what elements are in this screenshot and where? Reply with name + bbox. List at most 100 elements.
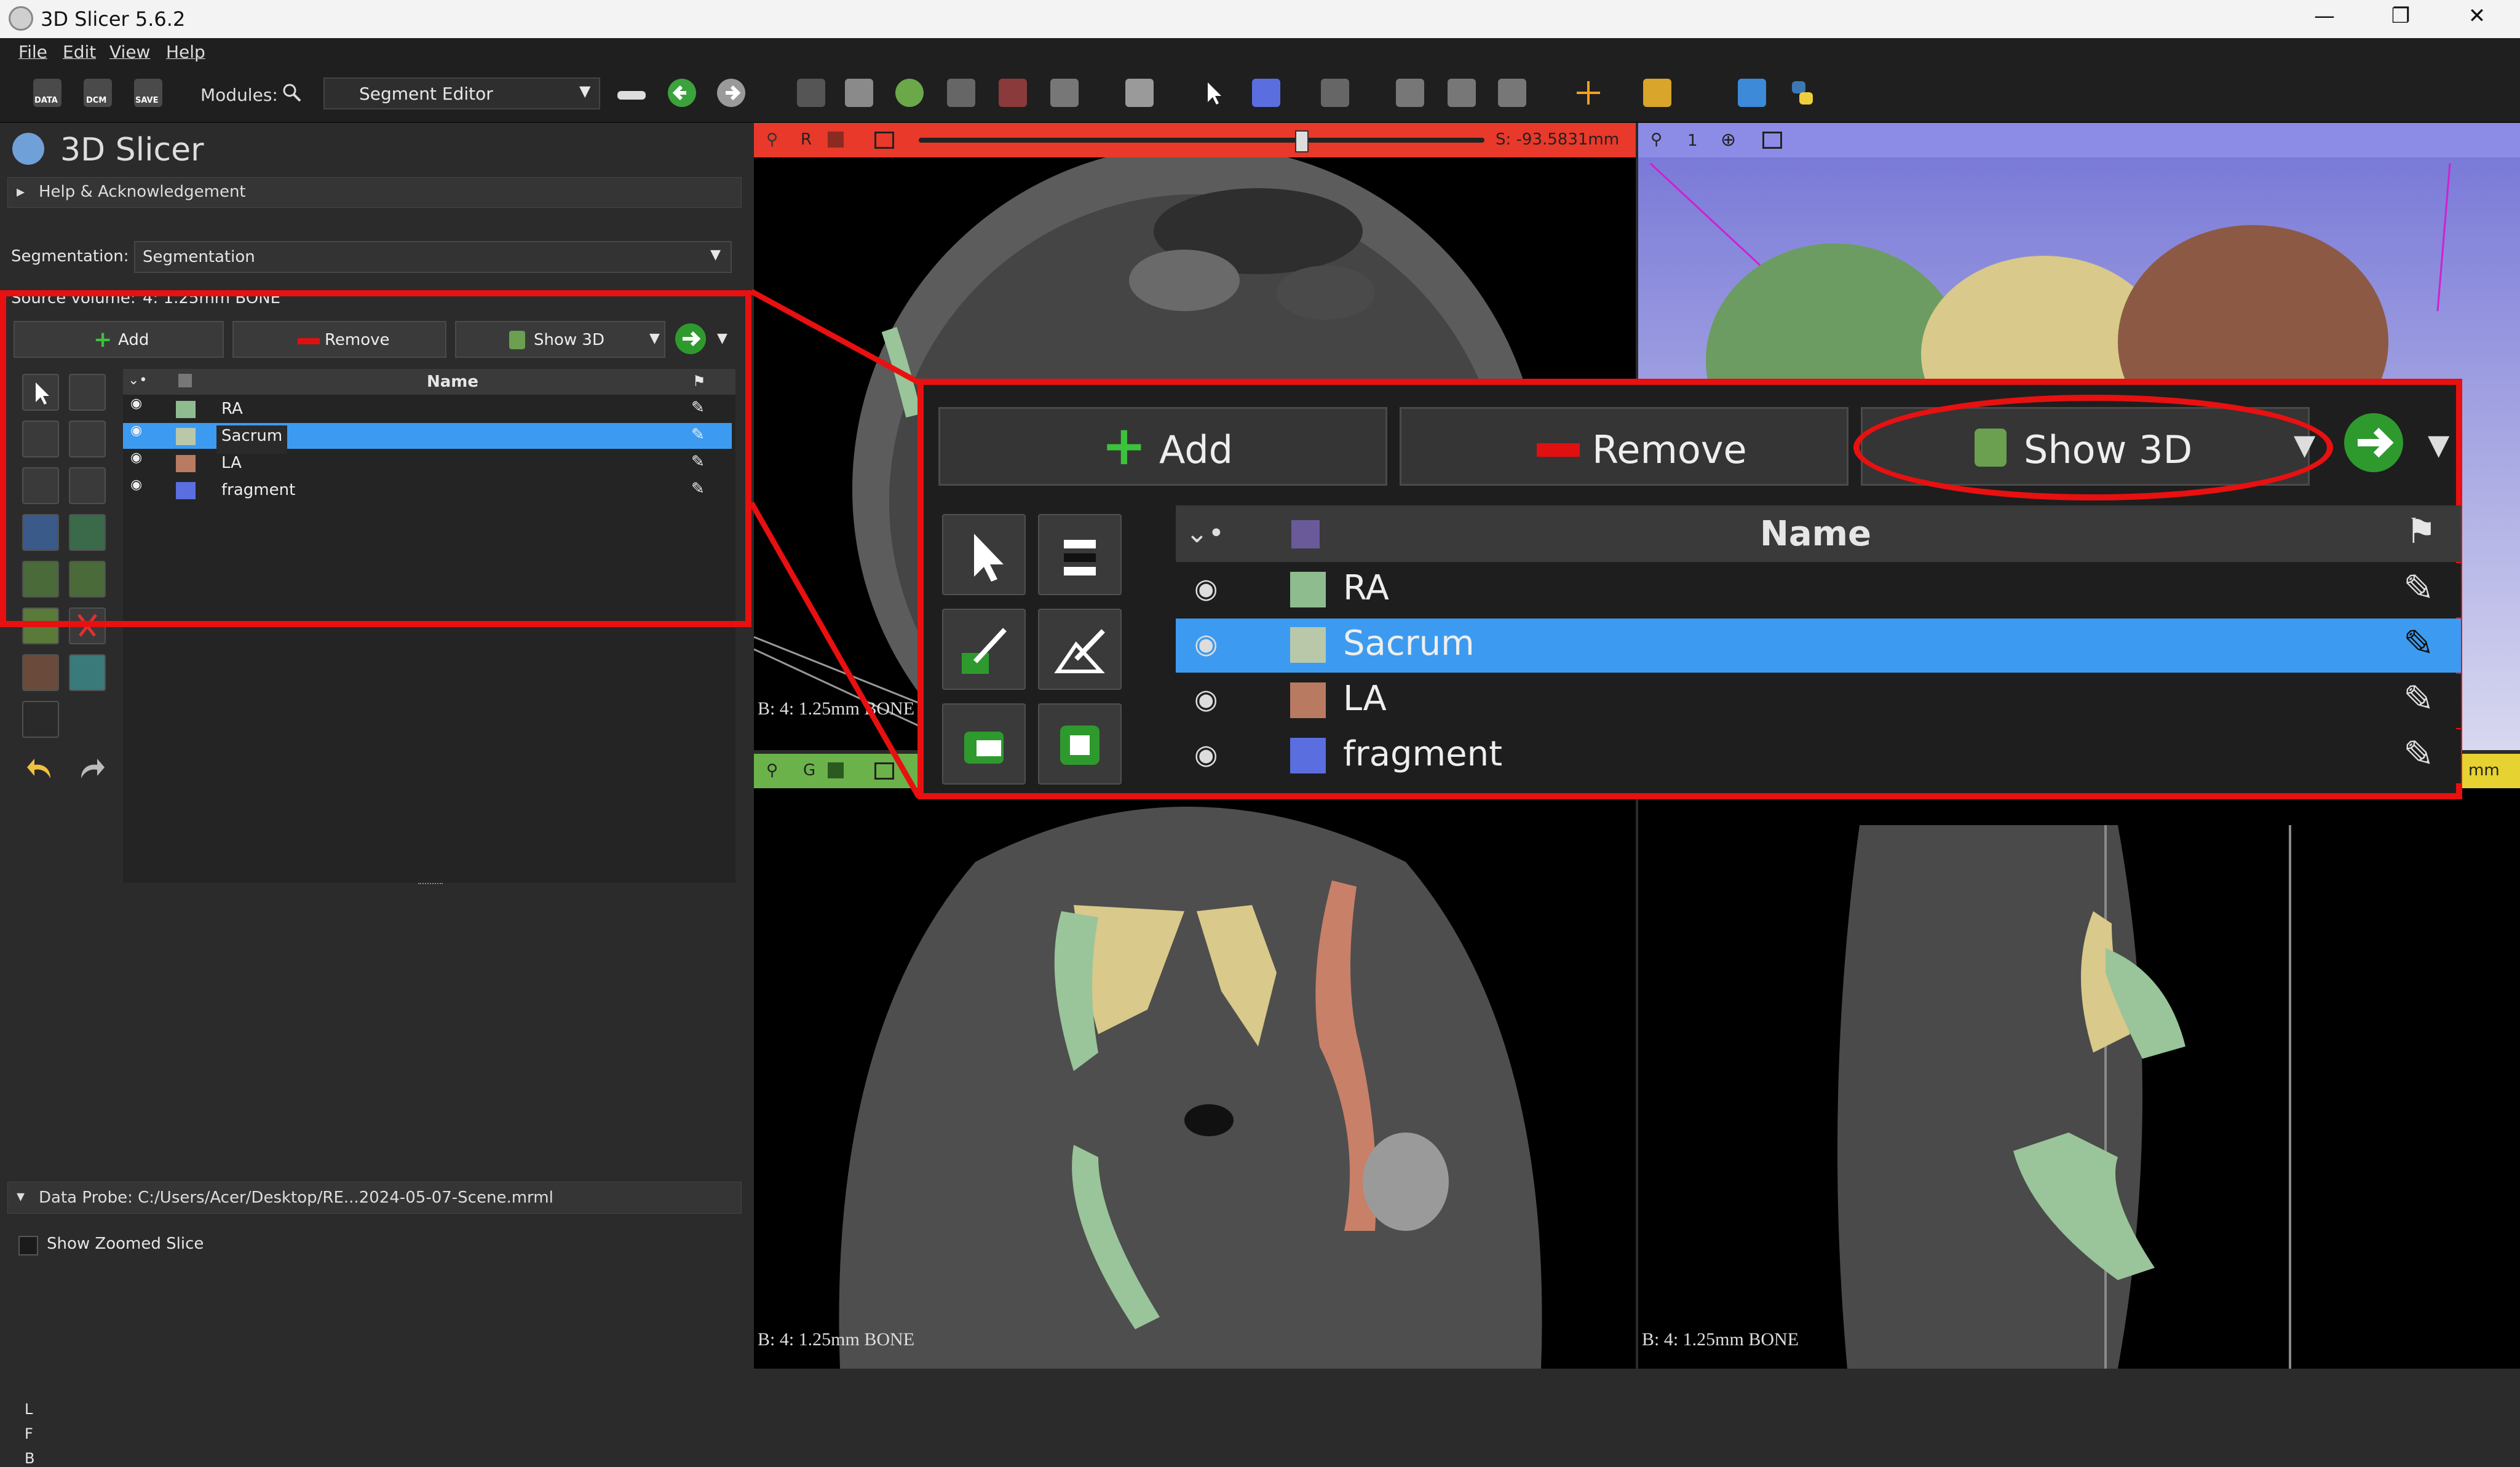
crosshair-line-icon[interactable] (1321, 79, 1349, 107)
menu-file[interactable]: File (18, 42, 47, 62)
dicom-icon[interactable]: DCM (84, 79, 112, 107)
redo-icon[interactable] (71, 751, 108, 786)
eye-icon[interactable]: ◉ (1194, 573, 1218, 604)
menu-edit[interactable]: Edit (63, 42, 96, 62)
slice-offset-slider[interactable] (919, 130, 1484, 152)
slider-thumb[interactable] (1295, 130, 1309, 152)
crosshair-icon[interactable] (1574, 79, 1603, 107)
mask-volume-icon[interactable] (22, 701, 59, 738)
hollow-tool-icon[interactable] (69, 561, 106, 598)
place-markup-icon[interactable] (1252, 79, 1280, 107)
forward-arrow-icon[interactable] (2344, 413, 2403, 472)
segment-row[interactable]: ◉ RA ✎ (1176, 563, 2461, 617)
segment-color-swatch[interactable] (176, 455, 196, 472)
save-icon[interactable]: SAVE (134, 79, 162, 107)
eye-icon[interactable]: ◉ (130, 477, 142, 503)
maximize-view-icon[interactable] (874, 762, 894, 780)
smoothing-tool-icon[interactable] (22, 607, 59, 644)
help-section-header[interactable]: ▸ Help & Acknowledgement (7, 177, 742, 208)
margin-tool-icon[interactable] (22, 561, 59, 598)
pointer-icon[interactable] (1199, 79, 1227, 107)
yellow-slice-view[interactable]: mm B: 4: 1.25mm BONE (1638, 754, 2520, 1369)
islands-tool-icon[interactable] (22, 654, 59, 691)
draw-tool-icon[interactable] (1038, 609, 1122, 690)
maximize-view-icon[interactable] (1762, 132, 1782, 149)
remove-segment-button[interactable]: Remove (232, 321, 446, 358)
source-volume-value[interactable]: 4: 1.25mm BONE (143, 289, 280, 307)
pencil-icon[interactable]: ✎ (691, 453, 705, 478)
segment-row[interactable]: ◉ RA ✎ (123, 396, 732, 422)
scissors-icon[interactable] (69, 607, 106, 644)
module-selector[interactable]: Segment Editor ▼ (323, 77, 600, 109)
show-3d-dropdown-icon[interactable]: ▼ (649, 331, 660, 346)
splitter-handle[interactable] (418, 883, 443, 888)
markups-module-icon[interactable] (999, 79, 1027, 107)
link-icon[interactable] (828, 762, 844, 778)
show-3d-dropdown-icon[interactable]: ▼ (2294, 428, 2315, 461)
pin-icon[interactable]: ⚲ (766, 761, 778, 780)
segment-color-swatch[interactable] (176, 428, 196, 445)
forward-arrow-icon[interactable] (675, 323, 706, 354)
pin-icon[interactable]: ⚲ (1650, 130, 1662, 149)
paint-tool-icon[interactable] (942, 609, 1026, 690)
slice-intersection-icon[interactable] (1498, 79, 1526, 107)
layout-icon[interactable] (1125, 79, 1154, 107)
chevron-down-icon[interactable]: ▼ (2428, 428, 2449, 461)
undo-icon[interactable] (23, 751, 60, 786)
select-tool-icon[interactable] (942, 514, 1026, 595)
eye-icon[interactable]: ◉ (1194, 628, 1218, 660)
eye-icon[interactable]: ◉ (1194, 684, 1218, 715)
select-tool-icon[interactable] (22, 374, 59, 411)
menu-help[interactable]: Help (166, 42, 205, 62)
pencil-icon[interactable]: ✎ (691, 398, 705, 424)
maximize-view-icon[interactable] (874, 132, 894, 149)
eye-icon[interactable]: ◉ (130, 396, 142, 422)
eye-icon[interactable]: ◉ (1194, 739, 1218, 770)
segment-row[interactable]: ◉ fragment ✎ (1176, 729, 2461, 783)
segment-row-selected[interactable]: ◉ Sacrum ✎ (123, 423, 732, 454)
chevron-down-icon[interactable]: ▼ (717, 331, 727, 346)
pencil-icon[interactable]: ✎ (2403, 733, 2434, 776)
pencil-icon[interactable]: ✎ (2403, 622, 2434, 665)
erase-tool-icon[interactable] (22, 467, 59, 504)
transforms-module-icon[interactable] (947, 79, 975, 107)
link-icon[interactable] (828, 132, 844, 148)
models-module-icon[interactable] (895, 79, 924, 107)
logical-operators-icon[interactable] (69, 654, 106, 691)
load-data-icon[interactable]: DATA (33, 79, 61, 107)
segment-editor-module-icon[interactable] (1050, 79, 1079, 107)
level-tracing-tool-icon[interactable] (1038, 703, 1122, 785)
screenshot-icon[interactable] (1396, 79, 1424, 107)
threshold-tool-icon[interactable] (69, 374, 106, 411)
fill-between-slices-icon[interactable] (69, 514, 106, 551)
level-tracing-tool-icon[interactable] (69, 467, 106, 504)
segmentation-selector[interactable]: Segmentation ▼ (134, 241, 732, 273)
minimize-button[interactable]: — (2306, 4, 2343, 33)
extensions-icon[interactable] (1738, 79, 1766, 107)
segment-row-selected[interactable]: ◉ Sacrum ✎ (1176, 619, 2461, 673)
add-segment-button-zoomed[interactable]: + Add (938, 407, 1387, 486)
segment-color-swatch[interactable] (176, 401, 196, 418)
close-button[interactable]: ✕ (2459, 4, 2495, 33)
data-module-icon[interactable] (797, 79, 825, 107)
segment-row[interactable]: ◉ fragment ✎ (123, 477, 732, 503)
pin-icon[interactable]: ⚲ (766, 130, 778, 149)
green-slice-view[interactable]: ⚲ G B: 4: 1.25mm BONE (754, 754, 1636, 1369)
threshold-tool-icon[interactable] (1038, 514, 1122, 595)
segment-color-swatch[interactable] (176, 482, 196, 499)
extension-manager-icon[interactable] (1643, 79, 1671, 107)
draw-tool-icon[interactable] (69, 421, 106, 457)
pencil-icon[interactable]: ✎ (2403, 678, 2434, 721)
back-arrow-icon[interactable] (668, 79, 696, 107)
show-3d-button[interactable]: Show 3D (455, 321, 665, 358)
remove-segment-button-zoomed[interactable]: Remove (1400, 407, 1848, 486)
paint-tool-icon[interactable] (22, 421, 59, 457)
grow-from-seeds-icon[interactable] (22, 514, 59, 551)
forward-arrow-icon[interactable] (717, 79, 745, 107)
show-zoomed-slice-checkbox[interactable] (18, 1236, 38, 1255)
eye-icon[interactable]: ◉ (130, 423, 142, 449)
pencil-icon[interactable]: ✎ (2403, 567, 2434, 610)
center-view-icon[interactable]: ⊕ (1721, 129, 1736, 151)
segment-row[interactable]: ◉ LA ✎ (123, 450, 732, 476)
volumes-module-icon[interactable] (845, 79, 873, 107)
